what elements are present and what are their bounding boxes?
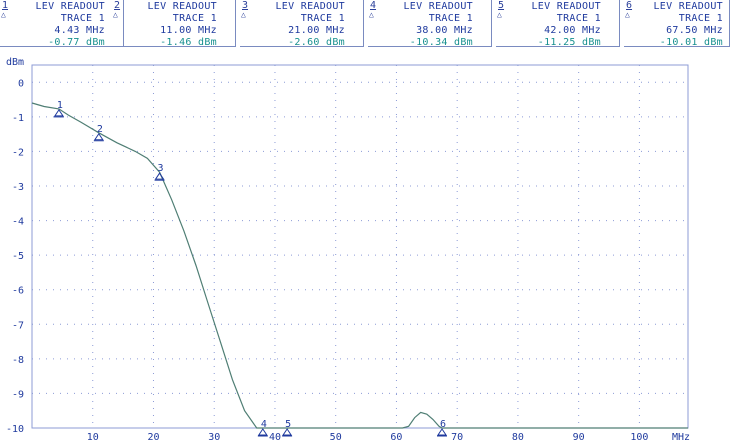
marker-label: 5 [285, 419, 291, 430]
x-tick-label: 10 [87, 432, 99, 443]
y-tick-label: -5 [12, 251, 24, 262]
readout-level: -0.77 dBm [48, 37, 105, 48]
readout-level: -10.34 dBm [409, 37, 473, 48]
marker-readout-3[interactable]: 3 △ LEV READOUT TRACE 1 21.00 MHz -2.60 … [240, 0, 364, 48]
marker-readout-1[interactable]: 1 △ LEV READOUT TRACE 1 4.43 MHz -0.77 d… [0, 0, 124, 48]
readout-level: -1.46 dBm [160, 37, 217, 48]
grid [32, 65, 688, 429]
y-tick-label: -3 [12, 182, 24, 193]
readout-level: -11.25 dBm [537, 37, 601, 48]
x-tick-label: 50 [330, 432, 342, 443]
marker-readout-5[interactable]: 5 △ LEV READOUT TRACE 1 42.00 MHz -11.25… [496, 0, 620, 48]
readout-trace: TRACE 1 [428, 13, 473, 24]
y-axis-ticks: 0 -1 -2 -3 -4 -5 -6 -7 -8 -9 -10 [6, 78, 24, 435]
y-tick-label: -2 [12, 147, 24, 158]
x-tick-label: 20 [147, 432, 159, 443]
readout-title: LEV READOUT [531, 1, 601, 12]
marker-triangle-icon: △ [241, 10, 246, 19]
markers: 1 2 3 4 5 6 [53, 100, 447, 437]
marker-2[interactable]: 2 [93, 124, 104, 142]
readout-trace: TRACE 1 [60, 13, 105, 24]
y-axis-label: dBm [6, 57, 24, 68]
readout-trace: TRACE 1 [556, 13, 601, 24]
readout-frequency: 42.00 MHz [544, 25, 601, 36]
x-tick-label: 90 [573, 432, 585, 443]
marker-readout-bar: 1 △ LEV READOUT TRACE 1 4.43 MHz -0.77 d… [0, 0, 730, 50]
plot-frame [31, 64, 689, 429]
readout-level: -10.01 dBm [659, 37, 723, 48]
marker-triangle-icon: △ [113, 10, 118, 19]
readout-title: LEV READOUT [275, 1, 345, 12]
y-tick-label: -8 [12, 355, 24, 366]
readout-level: -2.60 dBm [288, 37, 345, 48]
marker-label: 1 [57, 100, 63, 111]
marker-readout-6[interactable]: 6 △ LEV READOUT TRACE 1 67.50 MHz -10.01… [624, 0, 730, 48]
readout-title: LEV READOUT [147, 1, 217, 12]
x-tick-label: 60 [390, 432, 402, 443]
readout-title: LEV READOUT [35, 1, 105, 12]
readout-title: LEV READOUT [403, 1, 473, 12]
spectrum-plot[interactable]: dBm 0 -1 -2 -3 -4 -5 -6 -7 -8 -9 -10 10 20 30 40 50 60 7… [0, 50, 730, 446]
y-tick-label: -1 [12, 113, 24, 124]
marker-triangle-icon: △ [497, 10, 502, 19]
x-tick-label: 40 [269, 432, 281, 443]
readout-frequency: 67.50 MHz [666, 25, 723, 36]
marker-3[interactable]: 3 [154, 163, 165, 181]
marker-label: 6 [440, 419, 446, 430]
readout-frequency: 4.43 MHz [54, 25, 105, 36]
y-tick-label: 0 [18, 78, 24, 89]
marker-label: 4 [261, 419, 267, 430]
x-tick-label: 30 [208, 432, 220, 443]
readout-title: LEV READOUT [653, 1, 723, 12]
readout-trace: TRACE 1 [300, 13, 345, 24]
marker-readout-4[interactable]: 4 △ LEV READOUT TRACE 1 38.00 MHz -10.34… [368, 0, 492, 48]
readout-frequency: 38.00 MHz [416, 25, 473, 36]
y-tick-label: -6 [12, 286, 24, 297]
x-tick-label: 100 [630, 432, 648, 443]
readout-trace: TRACE 1 [678, 13, 723, 24]
readout-frequency: 11.00 MHz [160, 25, 217, 36]
marker-readout-2[interactable]: 2 △ LEV READOUT TRACE 1 11.00 MHz -1.46 … [112, 0, 236, 48]
marker-triangle-icon: △ [369, 10, 374, 19]
x-axis-unit: MHz [672, 432, 690, 443]
y-tick-label: -7 [12, 320, 24, 331]
readout-trace: TRACE 1 [172, 13, 217, 24]
marker-triangle-icon: △ [1, 10, 6, 19]
marker-triangle-icon: △ [625, 10, 630, 19]
y-tick-label: -4 [12, 217, 24, 228]
y-tick-label: -9 [12, 389, 24, 400]
marker-label: 3 [158, 163, 164, 174]
marker-label: 2 [97, 124, 103, 135]
readout-frequency: 21.00 MHz [288, 25, 345, 36]
x-tick-label: 80 [512, 432, 524, 443]
x-axis-ticks: 10 20 30 40 50 60 70 80 90 100 [87, 432, 649, 443]
x-tick-label: 70 [451, 432, 463, 443]
y-tick-label: -10 [6, 424, 24, 435]
